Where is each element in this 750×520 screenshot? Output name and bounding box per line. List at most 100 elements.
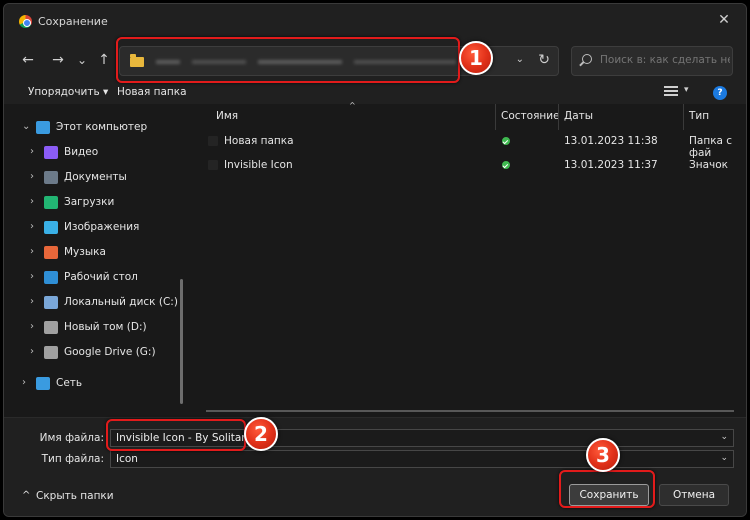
expand-chevron-icon[interactable]: ›: [30, 196, 34, 207]
expand-chevron-icon[interactable]: ›: [30, 171, 34, 182]
file-name: Новая папка: [224, 135, 294, 147]
column-divider[interactable]: [558, 104, 559, 130]
view-list-icon[interactable]: [664, 86, 678, 98]
sidebar-item-label: Музыка: [64, 246, 106, 258]
monitor-icon: [36, 121, 50, 134]
file-row[interactable]: Invisible Icon 13.01.2023 11:37 Значок: [202, 155, 746, 177]
column-divider[interactable]: [683, 104, 684, 130]
filetype-value: Icon: [116, 453, 138, 465]
expand-chevron-icon[interactable]: ›: [22, 377, 26, 388]
search-icon: [582, 54, 592, 64]
sidebar-item[interactable]: › Новый том (D:): [4, 317, 189, 339]
column-header-date[interactable]: Даты: [564, 110, 593, 122]
filename-label: Имя файла:: [39, 432, 104, 444]
highlight-save-button: [559, 470, 655, 508]
sidebar-item-label: Изображения: [64, 221, 140, 233]
file-date: 13.01.2023 11:37: [564, 159, 658, 171]
expand-chevron-icon[interactable]: ›: [30, 146, 34, 157]
expand-chevron-icon[interactable]: ›: [30, 271, 34, 282]
expand-chevron-icon[interactable]: ⌄: [22, 121, 30, 132]
back-arrow-icon[interactable]: ←: [20, 52, 36, 68]
address-history-chevron-icon[interactable]: ⌄: [516, 54, 524, 65]
sidebar-scrollbar[interactable]: [180, 279, 183, 404]
file-row[interactable]: Новая папка 13.01.2023 11:38 Папка с фай: [202, 131, 746, 159]
organize-button[interactable]: Упорядочить ▾: [28, 86, 108, 98]
new-folder-button[interactable]: Новая папка: [117, 86, 187, 98]
file-date: 13.01.2023 11:38: [564, 135, 658, 147]
title-bar: Сохранение ✕: [4, 4, 746, 38]
navigation-pane: ⌄ Этот компьютер › Видео › Документы › Загрузки…: [4, 104, 189, 417]
command-bar: Упорядочить ▾ Новая папка ▾ ?: [4, 82, 746, 104]
icon-file-icon: [208, 160, 218, 170]
sidebar-item-label: Загрузки: [64, 196, 115, 208]
desktop-icon: [44, 271, 58, 284]
sidebar-item-label: Сеть: [56, 377, 83, 389]
music-icon: [44, 246, 58, 259]
synced-check-icon: [502, 137, 510, 145]
filename-dropdown-chevron-icon[interactable]: ⌄: [720, 432, 728, 442]
hide-folders-label: Скрыть папки: [36, 490, 114, 502]
close-icon[interactable]: ✕: [716, 12, 732, 28]
sidebar-item[interactable]: › Локальный диск (C:): [4, 292, 189, 314]
expand-chevron-icon[interactable]: ›: [30, 321, 34, 332]
file-list: ^ Имя Состояние Даты Тип Новая папка 13.…: [202, 101, 746, 417]
expand-chevron-icon[interactable]: ›: [30, 246, 34, 257]
column-header-status[interactable]: Состояние: [501, 110, 560, 122]
step-badge-1: 1: [459, 41, 493, 75]
view-options-chevron-icon[interactable]: ▾: [684, 85, 689, 95]
cancel-button[interactable]: Отмена: [659, 484, 729, 506]
chrome-icon: [19, 15, 32, 28]
synced-check-icon: [502, 161, 510, 169]
highlight-address-bar: [116, 37, 460, 83]
folder-icon: [208, 136, 218, 146]
horizontal-scrollbar[interactable]: [206, 410, 734, 412]
window-title: Сохранение: [38, 15, 108, 28]
drive-icon: [44, 321, 58, 334]
sidebar-item[interactable]: › Google Drive (G:): [4, 342, 189, 364]
main-area: ⌄ Этот компьютер › Видео › Документы › Загрузки…: [4, 101, 746, 417]
documents-icon: [44, 171, 58, 184]
expand-chevron-icon[interactable]: ›: [30, 296, 34, 307]
column-header-name[interactable]: Имя: [216, 110, 238, 122]
column-header-type[interactable]: Тип: [689, 110, 709, 122]
sidebar-item[interactable]: › Музыка: [4, 242, 189, 264]
network-icon: [36, 377, 50, 390]
search-input[interactable]: [600, 54, 730, 66]
drive-icon: [44, 346, 58, 359]
search-box[interactable]: [571, 46, 733, 76]
sidebar-item-label: Локальный диск (C:): [64, 296, 178, 308]
sidebar-item[interactable]: › Рабочий стол: [4, 267, 189, 289]
sidebar-item-label: Рабочий стол: [64, 271, 138, 283]
video-icon: [44, 146, 58, 159]
pictures-icon: [44, 221, 58, 234]
file-name: Invisible Icon: [224, 159, 293, 171]
filetype-select[interactable]: Icon ⌄: [110, 450, 734, 468]
column-divider[interactable]: [495, 104, 496, 130]
step-badge-2: 2: [244, 417, 278, 451]
sidebar-item[interactable]: › Видео: [4, 142, 189, 164]
sidebar-item[interactable]: › Документы: [4, 167, 189, 189]
file-type: Значок: [689, 159, 729, 171]
expand-chevron-icon[interactable]: ›: [30, 346, 34, 357]
sidebar-item-label: Этот компьютер: [56, 121, 148, 133]
sidebar-item[interactable]: › Изображения: [4, 217, 189, 239]
refresh-icon[interactable]: ↻: [538, 52, 550, 68]
sidebar-item[interactable]: ⌄ Этот компьютер: [4, 117, 189, 139]
recent-locations-chevron-icon[interactable]: ⌄: [74, 52, 90, 68]
expand-chevron-icon[interactable]: ›: [30, 221, 34, 232]
filetype-label: Тип файла:: [41, 453, 104, 465]
step-badge-3: 3: [586, 438, 620, 472]
sidebar-item-label: Новый том (D:): [64, 321, 147, 333]
filetype-dropdown-chevron-icon[interactable]: ⌄: [720, 453, 728, 463]
sidebar-item-label: Видео: [64, 146, 99, 158]
up-arrow-icon[interactable]: ↑: [96, 52, 112, 68]
chevron-up-icon: ^: [22, 490, 31, 501]
highlight-filename: [106, 419, 246, 451]
drive-c-icon: [44, 296, 58, 309]
sidebar-item-label: Google Drive (G:): [64, 346, 156, 358]
sidebar-item[interactable]: › Сеть: [4, 373, 189, 395]
help-icon[interactable]: ?: [713, 86, 727, 100]
forward-arrow-icon[interactable]: →: [50, 52, 66, 68]
sort-ascending-icon: ^: [349, 101, 356, 110]
sidebar-item[interactable]: › Загрузки: [4, 192, 189, 214]
